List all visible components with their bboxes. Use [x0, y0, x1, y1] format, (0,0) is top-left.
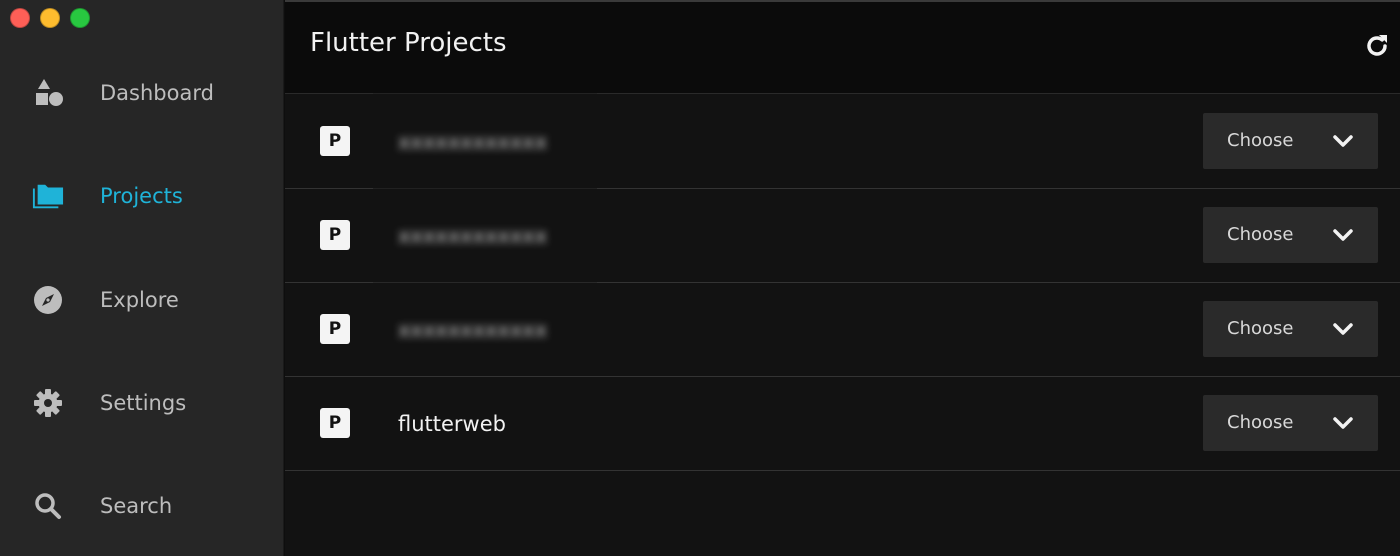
sidebar-item-explore[interactable]: Explore: [0, 270, 284, 330]
sidebar-item-label: Explore: [100, 288, 179, 312]
refresh-button[interactable]: [1363, 32, 1391, 60]
choose-label: Choose: [1227, 412, 1294, 433]
choose-dropdown[interactable]: Choose: [1203, 207, 1378, 263]
header: Flutter Projects: [285, 0, 1400, 94]
choose-dropdown[interactable]: Choose: [1203, 395, 1378, 451]
main-content: Flutter Projects P xxxxxxxxxxxx Choose P…: [285, 0, 1400, 556]
search-icon: [32, 490, 64, 522]
project-name: flutterweb: [398, 412, 506, 436]
sidebar-item-settings[interactable]: Settings: [0, 373, 284, 433]
project-row[interactable]: P xxxxxxxxxxxx Choose: [285, 93, 1400, 191]
compass-icon: [32, 284, 64, 316]
sidebar-item-label: Projects: [100, 184, 183, 208]
project-name: xxxxxxxxxxxx: [398, 224, 548, 248]
window-controls: [10, 8, 90, 28]
choose-label: Choose: [1227, 318, 1294, 339]
folders-icon: [32, 180, 64, 212]
sidebar-item-dashboard[interactable]: Dashboard: [0, 63, 284, 123]
page-title: Flutter Projects: [310, 28, 507, 58]
sidebar-item-label: Settings: [100, 391, 187, 415]
project-badge: P: [320, 408, 350, 438]
choose-dropdown[interactable]: Choose: [1203, 301, 1378, 357]
close-window-button[interactable]: [10, 8, 30, 28]
refresh-icon: [1367, 35, 1387, 56]
sidebar-item-label: Search: [100, 494, 173, 518]
chevron-down-icon: [1333, 323, 1353, 335]
choose-label: Choose: [1227, 224, 1294, 245]
project-row[interactable]: P flutterweb Choose: [285, 377, 1400, 471]
chevron-down-icon: [1333, 229, 1353, 241]
project-badge: P: [320, 314, 350, 344]
project-row[interactable]: P xxxxxxxxxxxx Choose: [285, 283, 1400, 377]
chevron-down-icon: [1333, 417, 1353, 429]
sidebar-item-search[interactable]: Search: [0, 476, 284, 536]
project-name: xxxxxxxxxxxx: [398, 130, 548, 154]
project-row[interactable]: P xxxxxxxxxxxx Choose: [285, 187, 1400, 285]
zoom-window-button[interactable]: [70, 8, 90, 28]
project-list: P xxxxxxxxxxxx Choose P xxxxxxxxxxxx Cho…: [285, 93, 1400, 471]
choose-dropdown[interactable]: Choose: [1203, 113, 1378, 169]
sidebar-item-projects[interactable]: Projects: [0, 166, 284, 226]
gear-icon: [32, 387, 64, 419]
project-badge: P: [320, 220, 350, 250]
shapes-icon: [32, 77, 64, 109]
choose-label: Choose: [1227, 130, 1294, 151]
sidebar-item-label: Dashboard: [100, 81, 214, 105]
chevron-down-icon: [1333, 135, 1353, 147]
sidebar: Dashboard Projects Explore Settings Sear…: [0, 0, 284, 556]
minimize-window-button[interactable]: [40, 8, 60, 28]
app-window: Dashboard Projects Explore Settings Sear…: [0, 0, 1400, 556]
project-name: xxxxxxxxxxxx: [398, 318, 548, 342]
project-badge: P: [320, 126, 350, 156]
